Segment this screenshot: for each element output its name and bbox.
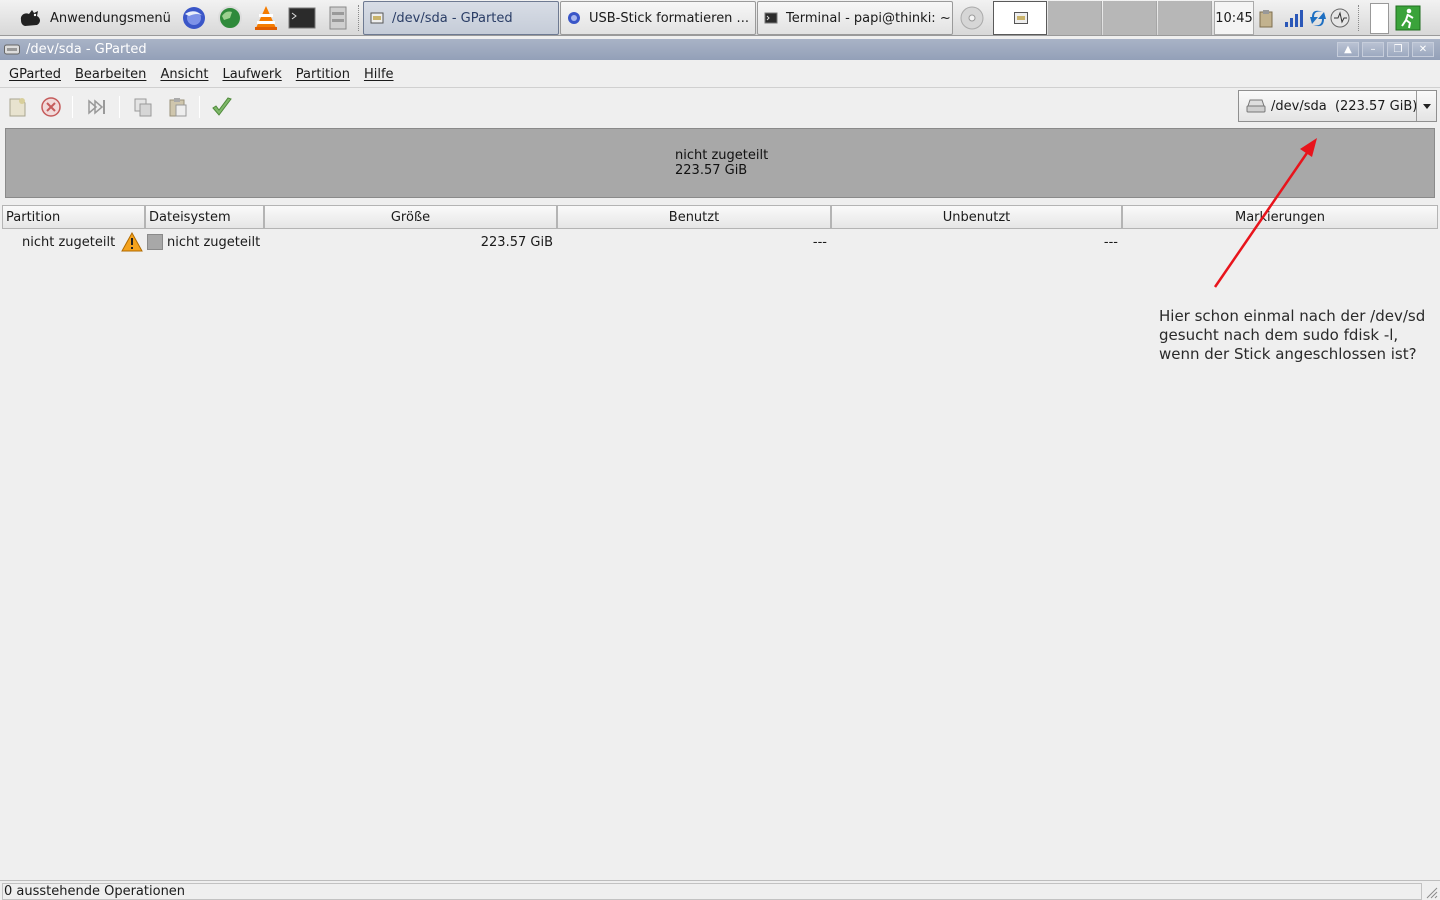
partition-table-header: Partition Dateisystem Größe Benutzt Unbe… — [2, 205, 1438, 229]
resize-grip-icon[interactable] — [1424, 885, 1438, 899]
disk-map-unallocated[interactable]: nicht zugeteilt 223.57 GiB — [5, 128, 1435, 198]
apply-icon — [212, 97, 232, 116]
task-terminal[interactable]: Terminal - papi@thinki: ~ — [757, 1, 953, 35]
copy-icon — [134, 98, 152, 117]
column-header-partition[interactable]: Partition — [2, 205, 145, 229]
gparted-icon — [370, 12, 384, 24]
annotation-line: wenn der Stick angeschlossen ist? — [1159, 345, 1417, 363]
toolbar: /dev/sda (223.57 GiB) — [0, 87, 1440, 125]
gparted-icon — [4, 44, 20, 55]
app-menu-label: Anwendungsmenü — [50, 10, 171, 26]
cell-flags — [1122, 231, 1434, 253]
close-button[interactable]: ✕ — [1412, 42, 1434, 57]
column-header-flags[interactable]: Markierungen — [1122, 205, 1438, 229]
toolbar-separator — [199, 96, 200, 118]
menu-gparted[interactable]: GParted — [9, 67, 61, 82]
apply-button[interactable] — [209, 94, 235, 120]
diskmap-size: 223.57 GiB — [675, 163, 748, 178]
menu-laufwerk[interactable]: Laufwerk — [222, 67, 281, 82]
panel-separator — [1358, 5, 1360, 31]
copy-button[interactable] — [130, 94, 156, 120]
terminal-icon — [764, 12, 778, 24]
toolbar-separator — [119, 96, 120, 118]
menu-hilfe[interactable]: Hilfe — [364, 67, 394, 82]
filesystem-color-swatch — [147, 231, 163, 253]
update-icon[interactable] — [1308, 4, 1328, 32]
workspace-2[interactable] — [1048, 1, 1102, 35]
menu-ansicht[interactable]: Ansicht — [160, 67, 208, 82]
device-selector[interactable]: /dev/sda (223.57 GiB) — [1238, 90, 1437, 122]
paste-button[interactable] — [165, 94, 191, 120]
new-partition-button[interactable] — [4, 94, 30, 120]
menu-bearbeiten[interactable]: Bearbeiten — [75, 67, 146, 82]
annotation-line: Hier schon einmal nach der /dev/sd — [1159, 307, 1426, 325]
cell-used: --- — [812, 234, 827, 250]
column-header-used[interactable]: Benutzt — [557, 205, 831, 229]
app-menu-button[interactable]: Anwendungsmenü — [18, 0, 171, 36]
new-partition-icon — [9, 98, 26, 117]
workspace-1[interactable] — [993, 1, 1047, 35]
cell-partition: nicht zugeteilt — [22, 234, 116, 250]
warning-icon — [121, 231, 143, 253]
cpu-graph — [1370, 3, 1389, 34]
task-label: /dev/sda - GParted — [392, 10, 513, 26]
menu-bar: GParted Bearbeiten Ansicht Laufwerk Part… — [0, 62, 1440, 86]
menu-partition[interactable]: Partition — [296, 67, 350, 82]
top-panel: Anwendungsmenü /dev/sda - GParted USB-St… — [0, 0, 1440, 36]
panel-separator — [358, 5, 360, 31]
system-monitor-icon[interactable] — [1328, 4, 1352, 32]
column-header-size[interactable]: Größe — [264, 205, 557, 229]
task-gparted[interactable]: /dev/sda - GParted — [363, 1, 559, 35]
resize-move-icon — [88, 99, 105, 115]
resize-move-button[interactable] — [83, 94, 109, 120]
cell-unused: --- — [1103, 234, 1118, 250]
table-row[interactable]: nicht zugeteilt nicht zugeteilt 223.57 G… — [2, 231, 1438, 253]
network-signal-icon[interactable] — [1283, 4, 1305, 32]
clipboard-icon[interactable] — [1258, 4, 1276, 32]
delete-button[interactable] — [38, 94, 64, 120]
toolbar-separator — [72, 96, 73, 118]
clock[interactable]: 10:45 — [1214, 1, 1254, 35]
paste-icon — [169, 98, 187, 117]
task-label: USB-Stick formatieren ... — [589, 10, 749, 26]
annotation-note: Hier schon einmal nach der /dev/sd gesuc… — [1159, 307, 1440, 364]
delete-icon — [41, 97, 61, 117]
annotation-line: gesucht nach dem sudo fdisk -l, — [1159, 326, 1399, 344]
minimize-button[interactable]: – — [1362, 42, 1384, 57]
disc-icon[interactable] — [958, 4, 986, 32]
browser-icon — [568, 12, 580, 24]
cell-filesystem: nicht zugeteilt — [167, 234, 261, 250]
file-manager-icon[interactable] — [324, 4, 352, 32]
diskmap-label: nicht zugeteilt — [675, 148, 769, 163]
status-text: 0 ausstehende Operationen — [2, 883, 1422, 900]
web-globe-icon[interactable] — [216, 4, 244, 32]
task-browser[interactable]: USB-Stick formatieren ... — [560, 1, 756, 35]
browser-icon[interactable] — [180, 4, 208, 32]
gparted-icon — [1014, 12, 1028, 24]
workspace-4[interactable] — [1158, 1, 1212, 35]
status-bar: 0 ausstehende Operationen — [0, 880, 1440, 900]
column-header-filesystem[interactable]: Dateisystem — [145, 205, 264, 229]
cell-size: 223.57 GiB — [480, 234, 553, 250]
workspace-3[interactable] — [1103, 1, 1157, 35]
device-label: /dev/sda (223.57 GiB) — [1271, 98, 1418, 114]
column-header-unused[interactable]: Unbenutzt — [831, 205, 1122, 229]
window-titlebar[interactable]: /dev/sda - GParted ▲ – ❐ ✕ — [0, 39, 1440, 60]
logout-icon[interactable] — [1394, 4, 1422, 32]
harddisk-icon — [1246, 99, 1266, 113]
vlc-icon[interactable] — [252, 4, 280, 32]
window-title: /dev/sda - GParted — [26, 42, 147, 57]
shade-up-button[interactable]: ▲ — [1337, 42, 1359, 57]
task-label: Terminal - papi@thinki: ~ — [786, 10, 951, 26]
xfce-mouse-icon — [20, 10, 40, 26]
maximize-button[interactable]: ❐ — [1387, 42, 1409, 57]
chevron-down-icon[interactable] — [1416, 91, 1436, 121]
terminal-icon[interactable] — [288, 4, 316, 32]
